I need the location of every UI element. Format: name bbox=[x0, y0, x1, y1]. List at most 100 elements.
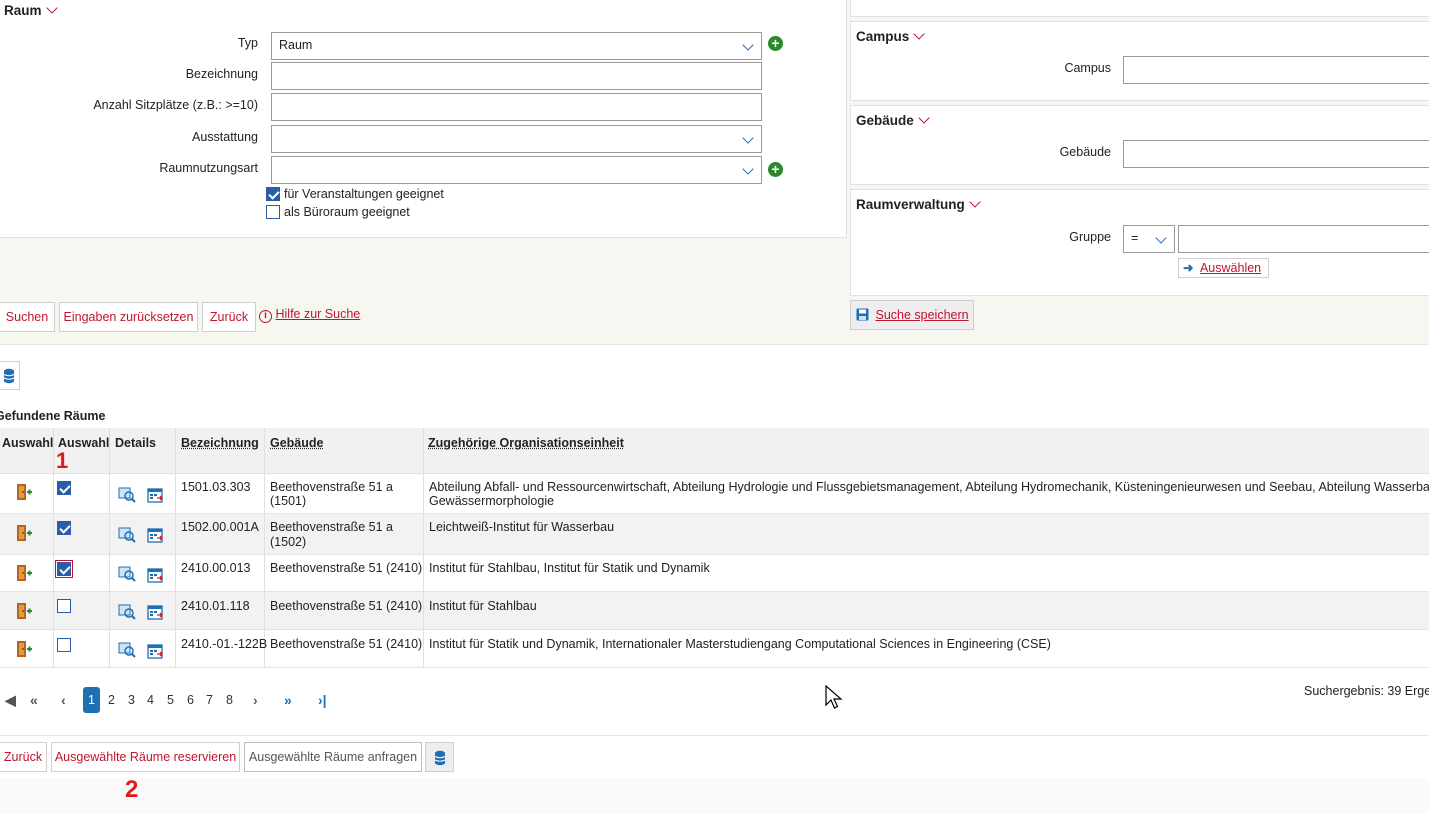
page-link[interactable]: 2 bbox=[108, 693, 115, 707]
calendar-icon[interactable] bbox=[147, 526, 164, 543]
page-link[interactable]: 7 bbox=[206, 693, 213, 707]
room-bezeichnung: 2410.01.118 bbox=[181, 599, 250, 613]
gebaeude-panel-title: Gebäude bbox=[856, 112, 930, 128]
details-magnifier-icon[interactable] bbox=[118, 527, 136, 543]
room-gebaeude: Beethovenstraße 51 (2410) bbox=[270, 637, 423, 651]
auswaehlen-button[interactable]: ➜ Auswählen bbox=[1178, 258, 1269, 278]
collapse-chevron-icon[interactable] bbox=[969, 196, 981, 208]
campus-label: Campus bbox=[1064, 61, 1111, 75]
reset-inputs-button[interactable]: Eingaben zurücksetzen bbox=[59, 302, 198, 332]
details-magnifier-icon[interactable] bbox=[118, 487, 136, 503]
operator-select[interactable]: = bbox=[1123, 225, 1175, 253]
result-summary: Suchergebnis: 39 Ergeb bbox=[1304, 684, 1429, 698]
next-block-icon[interactable]: » bbox=[284, 692, 292, 708]
previous-page-icon[interactable]: ‹ bbox=[61, 692, 66, 708]
add-typ-icon[interactable]: + bbox=[768, 36, 783, 51]
table-header-bg bbox=[0, 428, 1429, 473]
collapse-chevron-icon[interactable] bbox=[918, 112, 930, 124]
raumverwaltung-panel: Raumverwaltung Gruppe = ➜ Auswählen bbox=[850, 189, 1429, 296]
calendar-icon[interactable] bbox=[147, 486, 164, 503]
room-gebaeude: Beethovenstraße 51 (2410) bbox=[270, 599, 423, 613]
sitzplaetze-label: Anzahl Sitzplätze (z.B.: >=10) bbox=[93, 98, 258, 112]
reserve-selected-rooms-button[interactable]: Ausgewählte Räume reservieren bbox=[51, 742, 240, 772]
page-link[interactable]: 8 bbox=[226, 693, 233, 707]
ausstattung-label: Ausstattung bbox=[191, 130, 258, 144]
mouse-cursor-icon bbox=[825, 685, 843, 709]
calendar-icon[interactable] bbox=[147, 603, 164, 620]
first-page-icon[interactable]: ◀ bbox=[5, 692, 19, 709]
col-divider bbox=[264, 428, 265, 668]
last-page-icon[interactable]: ›| bbox=[318, 692, 327, 708]
raum-panel: Raum Typ Raum + Bezeichnung Anzahl Sitzp… bbox=[0, 0, 847, 238]
col-divider bbox=[109, 428, 110, 668]
sitzplaetze-input[interactable] bbox=[271, 93, 762, 121]
info-icon: i bbox=[259, 310, 272, 323]
bezeichnung-input[interactable] bbox=[271, 62, 762, 90]
select-room-door-icon[interactable] bbox=[15, 483, 33, 501]
row-select-checkbox[interactable] bbox=[57, 521, 71, 535]
gruppe-input[interactable] bbox=[1178, 225, 1429, 253]
col-divider bbox=[53, 428, 54, 668]
collapse-chevron-icon[interactable] bbox=[913, 28, 925, 40]
room-bezeichnung: 2410.00.013 bbox=[181, 561, 251, 575]
room-gebaeude: Beethovenstraße 51 a bbox=[270, 520, 393, 534]
export-database-button-bottom[interactable] bbox=[425, 742, 454, 772]
room-organisation: Institut für Stahlbau, Institut für Stat… bbox=[429, 561, 710, 575]
page-link[interactable]: 3 bbox=[128, 693, 135, 707]
col-header-organisationseinheit[interactable]: Zugehörige Organisationseinheit bbox=[428, 436, 624, 450]
select-room-door-icon[interactable] bbox=[15, 564, 33, 582]
calendar-icon[interactable] bbox=[147, 642, 164, 659]
next-page-icon[interactable]: › bbox=[253, 692, 258, 708]
bottom-area-bg bbox=[0, 778, 1429, 814]
add-raumnutzungsart-icon[interactable]: + bbox=[768, 162, 783, 177]
row-select-checkbox[interactable] bbox=[57, 638, 71, 652]
previous-block-icon[interactable]: « bbox=[30, 692, 38, 708]
search-help-link[interactable]: i Hilfe zur Suche bbox=[259, 307, 360, 323]
buero-checkbox[interactable] bbox=[266, 205, 280, 219]
select-room-door-icon[interactable] bbox=[15, 602, 33, 620]
collapse-chevron-icon[interactable] bbox=[45, 2, 58, 14]
row-select-checkbox[interactable] bbox=[57, 481, 71, 495]
back-button[interactable]: Zurück bbox=[202, 302, 256, 332]
details-magnifier-icon[interactable] bbox=[118, 566, 136, 582]
page-current[interactable]: 1 bbox=[83, 687, 100, 713]
raumnutzungsart-label: Raumnutzungsart bbox=[159, 161, 258, 175]
typ-select[interactable]: Raum bbox=[271, 32, 762, 60]
room-organisation: Abteilung Abfall- und Ressourcenwirtscha… bbox=[429, 480, 1429, 494]
page-link[interactable]: 4 bbox=[147, 693, 154, 707]
ausstattung-select[interactable] bbox=[271, 125, 762, 153]
arrow-right-icon: ➜ bbox=[1183, 261, 1194, 275]
col-header-bezeichnung[interactable]: Bezeichnung bbox=[181, 436, 259, 450]
database-icon bbox=[3, 368, 15, 384]
col-header-gebaeude[interactable]: Gebäude bbox=[270, 436, 324, 450]
select-room-door-icon[interactable] bbox=[15, 524, 33, 542]
search-button[interactable]: Suchen bbox=[0, 302, 55, 332]
col-divider bbox=[175, 428, 176, 668]
select-room-door-icon[interactable] bbox=[15, 640, 33, 658]
col-divider bbox=[423, 428, 424, 668]
bottom-back-button[interactable]: Zurück bbox=[0, 742, 47, 772]
save-search-button[interactable]: Suche speichern bbox=[850, 300, 974, 330]
gruppe-label: Gruppe bbox=[1069, 230, 1111, 244]
row-select-checkbox[interactable] bbox=[55, 560, 73, 578]
calendar-icon[interactable] bbox=[147, 566, 164, 583]
raumnutzungsart-select[interactable] bbox=[271, 156, 762, 184]
gebaeude-input[interactable] bbox=[1123, 140, 1429, 168]
campus-input[interactable] bbox=[1123, 56, 1429, 84]
details-magnifier-icon[interactable] bbox=[118, 604, 136, 620]
bezeichnung-label: Bezeichnung bbox=[185, 67, 258, 81]
chevron-down-icon bbox=[1155, 232, 1167, 244]
export-database-button[interactable] bbox=[0, 361, 20, 390]
chevron-down-icon bbox=[742, 39, 754, 51]
room-gebaeude-line2: (1502) bbox=[270, 535, 307, 549]
room-bezeichnung: 1501.03.303 bbox=[181, 480, 251, 494]
row-select-checkbox[interactable] bbox=[57, 599, 71, 613]
veranstaltungen-label: für Veranstaltungen geeignet bbox=[284, 187, 444, 201]
page-link[interactable]: 6 bbox=[187, 693, 194, 707]
page-link[interactable]: 5 bbox=[167, 693, 174, 707]
details-magnifier-icon[interactable] bbox=[118, 642, 136, 658]
request-selected-rooms-button[interactable]: Ausgewählte Räume anfragen bbox=[244, 742, 422, 772]
veranstaltungen-checkbox[interactable] bbox=[266, 187, 280, 201]
room-bezeichnung: 1502.00.001A bbox=[181, 520, 259, 534]
room-organisation: Institut für Statik und Dynamik, Interna… bbox=[429, 637, 1051, 651]
